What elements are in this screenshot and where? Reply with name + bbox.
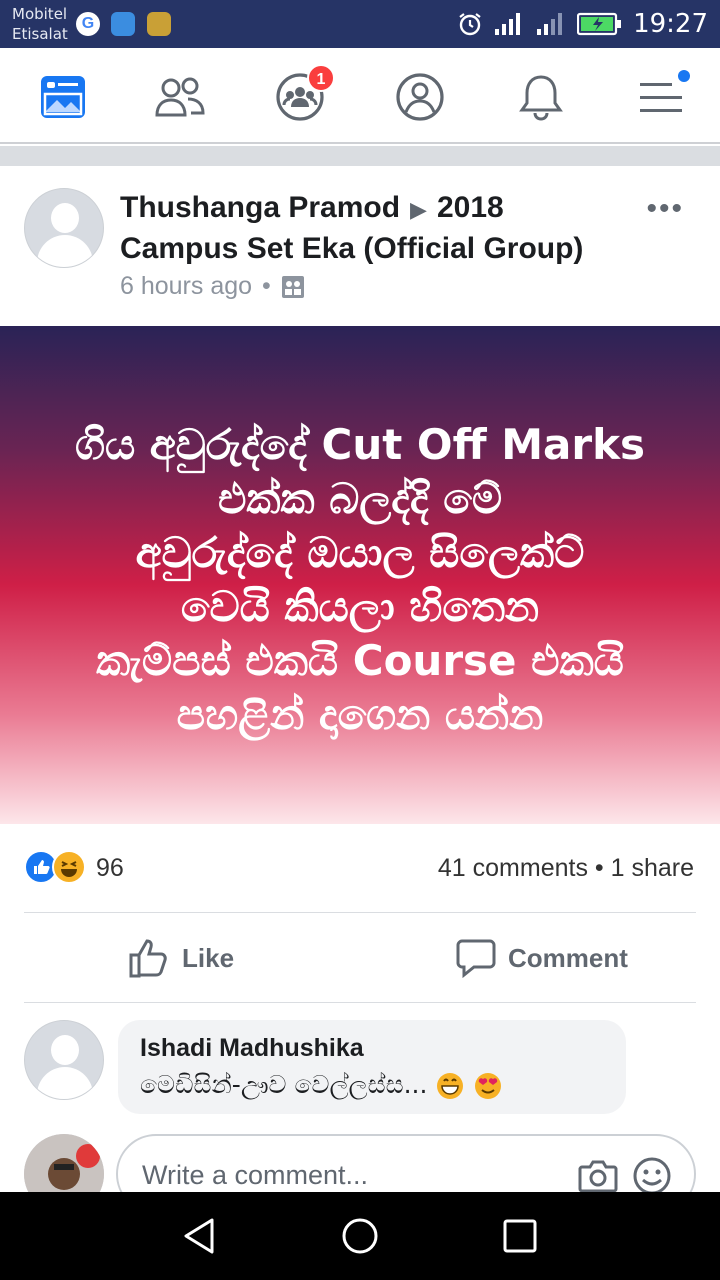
thumbs-up-icon [129,939,167,978]
comment-body: මෙඩිසින්-ඌව වෙල්ලස්ස... [140,1070,428,1099]
status-bar: Mobitel Etisalat G 19:27 [0,0,720,48]
post-text-line: අවුරුද්දේ ඔයාල සිලෙක්ට් [135,528,585,577]
groups-badge: 1 [307,64,335,92]
camera-icon[interactable] [578,1158,618,1194]
comment-label: Comment [508,942,628,973]
emoji-icon[interactable] [632,1156,672,1196]
tab-profile[interactable] [393,70,447,124]
reaction-icons[interactable] [24,850,86,884]
tab-friends[interactable] [153,70,207,124]
haha-reaction-icon [52,850,86,884]
comment-text: මෙඩිසින්-ඌව වෙල්ලස්ස... [140,1070,503,1101]
post-text-line: එක්ක බලද්දි මේ [217,474,503,523]
tab-notifications[interactable] [514,70,568,124]
post-text-line: පහළින් දාගෙන යන්න [176,690,544,739]
carrier-line-2: Etisalat [12,25,68,43]
comment-author[interactable]: Ishadi Madhushika [140,1034,364,1063]
meta-separator: • [262,272,271,300]
grinning-emoji-icon [437,1073,464,1099]
group-audience-icon [281,275,304,298]
home-icon[interactable] [340,1216,380,1256]
heart-eyes-emoji-icon [475,1073,502,1099]
arrow-right-icon: ▶ [410,197,427,222]
battery-icon [577,12,622,36]
post-title: Thushanga Pramod ▶ 2018 Campus Set Eka (Of… [120,188,620,268]
post-text-line: කැම්පස් එකයි Course එකයි [96,636,624,685]
like-button[interactable]: Like [128,930,234,986]
tab-menu[interactable] [634,70,690,124]
reactions-bar: 96 41 comments • 1 share [0,824,720,914]
feed-separator [0,146,720,166]
post-text-line: ගිය අවුරුද්දේ Cut Off Marks [74,420,646,469]
menu-icon [640,83,682,112]
carrier-line-1: Mobitel [12,5,68,23]
comment-button[interactable]: Comment [456,930,628,986]
post-background: ගිය අවුරුද්දේ Cut Off Marks එක්ක බලද්දි … [0,326,720,824]
back-icon[interactable] [180,1216,220,1256]
clock: 19:27 [633,9,708,39]
post-header: Thushanga Pramod ▶ 2018 Campus Set Eka (Of… [0,166,720,326]
divider [24,1002,696,1003]
commenter-avatar[interactable] [24,1020,104,1100]
recents-icon[interactable] [502,1218,538,1254]
post-options-button[interactable]: ••• [646,192,684,226]
alarm-icon [459,13,481,36]
like-label: Like [182,942,235,973]
stats-separator: • [594,854,611,882]
google-app-icon: G [76,12,100,36]
top-nav-bar: 1 [0,48,720,144]
comment-placeholder: Write a comment... [142,1160,369,1190]
menu-new-dot [678,70,690,82]
app-notification-icon-2 [147,12,171,36]
shares-count[interactable]: 1 share [611,854,694,882]
news-feed-icon [41,76,85,118]
comment-bubble[interactable]: Ishadi Madhushika මෙඩිසින්-ඌව වෙල්ලස්ස..… [118,1020,626,1114]
divider [24,912,696,913]
friends-icon [155,77,205,117]
carrier-name: Mobitel Etisalat [12,4,68,44]
signal-icon [495,13,521,35]
profile-icon [396,73,444,121]
bell-icon [519,75,563,121]
author-avatar[interactable] [24,188,104,268]
app-notification-icon [111,12,135,36]
author-name[interactable]: Thushanga Pramod [120,191,400,224]
post-stats: 41 comments • 1 share [438,854,694,883]
post-body: ගිය අවුරුද්දේ Cut Off Marks එක්ක බලද්දි … [40,418,680,742]
post-text-line: වෙයි කියලා හිතෙන [180,582,540,631]
post-meta: 6 hours ago • [120,272,305,301]
comment-icon [456,939,496,978]
signal-icon-2 [537,13,563,35]
tab-groups[interactable]: 1 [273,64,335,124]
post-time[interactable]: 6 hours ago [120,272,252,301]
reaction-count[interactable]: 96 [96,854,124,883]
comments-count[interactable]: 41 comments [438,854,588,882]
system-nav-bar [0,1192,720,1280]
tab-news-feed[interactable] [36,70,90,124]
